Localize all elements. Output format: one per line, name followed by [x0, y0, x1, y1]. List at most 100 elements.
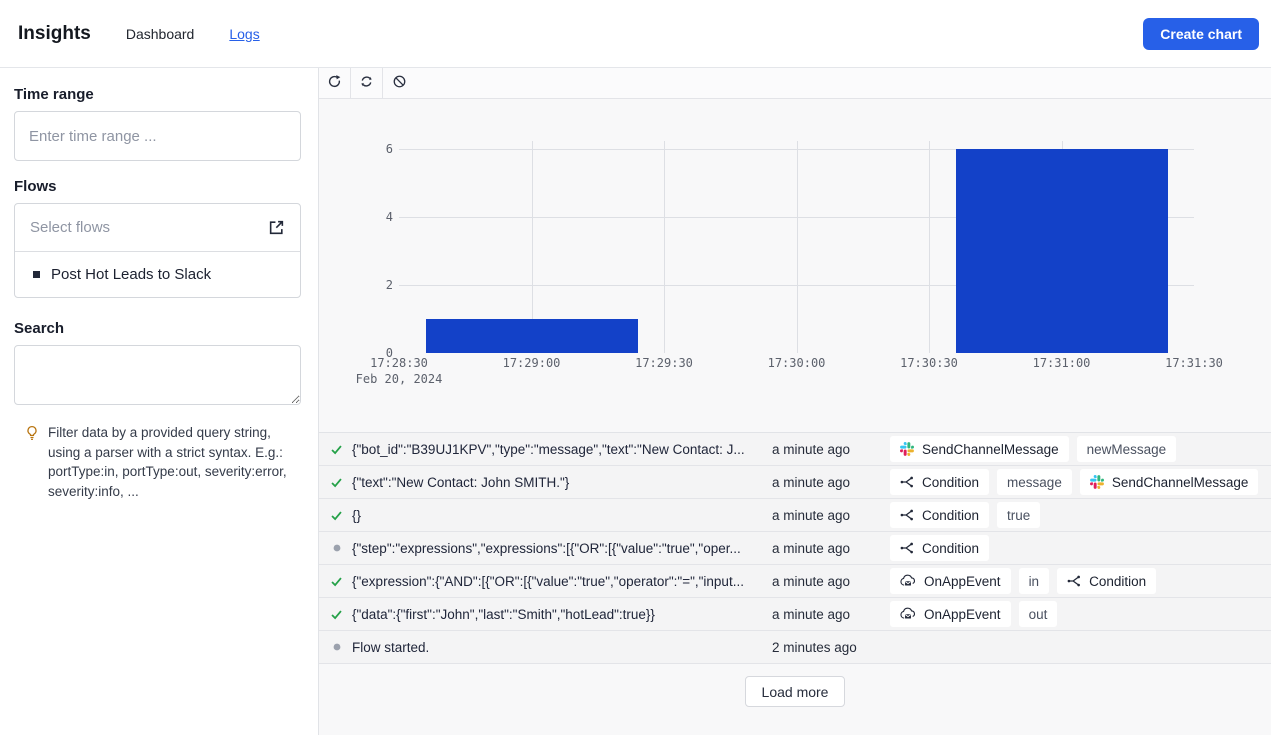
x-axis-date-label: Feb 20, 2024: [356, 371, 443, 387]
search-label: Search: [14, 320, 302, 337]
log-chips: Condition true: [890, 502, 1040, 528]
node-chip: SendChannelMessage: [1080, 469, 1259, 495]
chip-label: Condition: [922, 508, 979, 523]
log-timestamp: a minute ago: [772, 607, 890, 622]
x-tick-label: 17:29:30: [635, 355, 693, 371]
logs-table: {"bot_id":"B39UJ1KPV","type":"message","…: [319, 432, 1271, 664]
log-message: {"expression":{"AND":[{"OR":[{"value":"t…: [352, 574, 772, 589]
refresh-icon: [327, 74, 342, 92]
auto-refresh-icon: [359, 74, 374, 92]
condition-icon: [900, 508, 914, 522]
chart-toolbar: [319, 68, 1271, 99]
chip-label: message: [1007, 475, 1062, 490]
refresh-button[interactable]: [319, 68, 351, 98]
log-chips: OnAppEvent in Condition: [890, 568, 1156, 594]
log-row[interactable]: {}a minute agoConditiontrue: [319, 499, 1271, 532]
log-row[interactable]: {"data":{"first":"John","last":"Smith","…: [319, 598, 1271, 631]
log-message: {"text":"New Contact: John SMITH."}: [352, 475, 772, 490]
x-tick-label: 17:29:00: [503, 355, 561, 371]
create-chart-button[interactable]: Create chart: [1143, 18, 1259, 50]
badge-chip: message: [997, 469, 1072, 495]
condition-icon: [900, 541, 914, 555]
log-timestamp: a minute ago: [772, 541, 890, 556]
chip-label: OnAppEvent: [924, 574, 1001, 589]
external-link-icon[interactable]: [268, 219, 285, 236]
search-hint-text: Filter data by a provided query string, …: [48, 423, 300, 501]
node-chip: Condition: [890, 502, 989, 528]
load-more-button[interactable]: Load more: [745, 676, 846, 707]
log-timestamp: a minute ago: [772, 475, 890, 490]
slack-icon: [900, 442, 914, 456]
time-range-label: Time range: [14, 86, 302, 103]
disable-button[interactable]: [383, 68, 415, 98]
filters-sidebar: Time range Flows Select flows Post Hot L…: [0, 68, 319, 735]
chip-label: SendChannelMessage: [922, 442, 1059, 457]
search-hint: Filter data by a provided query string, …: [14, 423, 302, 501]
x-tick-label: 17:31:30: [1165, 355, 1223, 371]
chip-label: Condition: [1089, 574, 1146, 589]
y-tick-label: 4: [319, 209, 393, 225]
x-tick-label: 17:30:30: [900, 355, 958, 371]
log-row[interactable]: Flow started.2 minutes ago: [319, 631, 1271, 664]
log-chips: OnAppEvent out: [890, 601, 1057, 627]
chart: 024617:28:3017:29:0017:29:3017:30:0017:3…: [319, 99, 1271, 432]
slack-icon: [1090, 475, 1104, 489]
badge-chip: out: [1019, 601, 1058, 627]
flows-select[interactable]: Select flows: [15, 204, 300, 252]
flows-box: Select flows Post Hot Leads to Slack: [14, 203, 301, 298]
page-title: Insights: [18, 23, 91, 45]
condition-icon: [1067, 574, 1081, 588]
time-range-input[interactable]: [14, 111, 301, 161]
lightbulb-icon: [26, 425, 38, 501]
auto-refresh-button[interactable]: [351, 68, 383, 98]
flows-select-placeholder: Select flows: [30, 219, 110, 236]
log-row[interactable]: {"bot_id":"B39UJ1KPV","type":"message","…: [319, 433, 1271, 466]
log-status-success-icon: [329, 608, 344, 621]
y-tick-label: 2: [319, 277, 393, 293]
logs-panel: 024617:28:3017:29:0017:29:3017:30:0017:3…: [319, 68, 1271, 735]
log-chips: SendChannelMessage newMessage: [890, 436, 1176, 462]
header: Insights Dashboard Logs Create chart: [0, 0, 1271, 68]
badge-chip: newMessage: [1077, 436, 1177, 462]
chip-label: out: [1029, 607, 1048, 622]
chip-label: in: [1029, 574, 1040, 589]
badge-chip: true: [997, 502, 1040, 528]
node-chip: SendChannelMessage: [890, 436, 1069, 462]
x-tick-label: 17:28:30: [370, 355, 428, 371]
condition-icon: [900, 475, 914, 489]
log-message: {"step":"expressions","expressions":[{"O…: [352, 541, 772, 556]
node-chip: Condition: [890, 469, 989, 495]
chart-gridline-vertical: [929, 141, 930, 353]
app-event-icon: [900, 607, 916, 621]
chart-bar: [426, 319, 638, 353]
log-row[interactable]: {"step":"expressions","expressions":[{"O…: [319, 532, 1271, 565]
log-message: {}: [352, 508, 772, 523]
log-chips: Condition message SendChannelMessage: [890, 469, 1258, 495]
x-tick-label: 17:30:00: [768, 355, 826, 371]
chart-gridline-vertical: [664, 141, 665, 353]
chip-label: true: [1007, 508, 1030, 523]
log-chips: Condition: [890, 535, 989, 561]
log-timestamp: a minute ago: [772, 574, 890, 589]
flows-label: Flows: [14, 178, 302, 195]
tab-logs[interactable]: Logs: [229, 26, 259, 42]
node-chip: Condition: [1057, 568, 1156, 594]
log-row[interactable]: {"expression":{"AND":[{"OR":[{"value":"t…: [319, 565, 1271, 598]
chip-label: Condition: [922, 541, 979, 556]
log-status-success-icon: [329, 509, 344, 522]
log-timestamp: 2 minutes ago: [772, 640, 890, 655]
chip-label: SendChannelMessage: [1112, 475, 1249, 490]
chart-plot[interactable]: [399, 141, 1194, 353]
log-status-success-icon: [329, 575, 344, 588]
chip-label: OnAppEvent: [924, 607, 1001, 622]
log-message: Flow started.: [352, 640, 772, 655]
tab-dashboard[interactable]: Dashboard: [126, 26, 195, 42]
chart-bar: [956, 149, 1168, 353]
badge-chip: in: [1019, 568, 1050, 594]
selected-flow-item[interactable]: Post Hot Leads to Slack: [15, 252, 300, 297]
log-status-success-icon: [329, 443, 344, 456]
log-row[interactable]: {"text":"New Contact: John SMITH."}a min…: [319, 466, 1271, 499]
node-chip: OnAppEvent: [890, 601, 1011, 627]
x-tick-label: 17:31:00: [1033, 355, 1091, 371]
search-textarea[interactable]: [14, 345, 301, 405]
